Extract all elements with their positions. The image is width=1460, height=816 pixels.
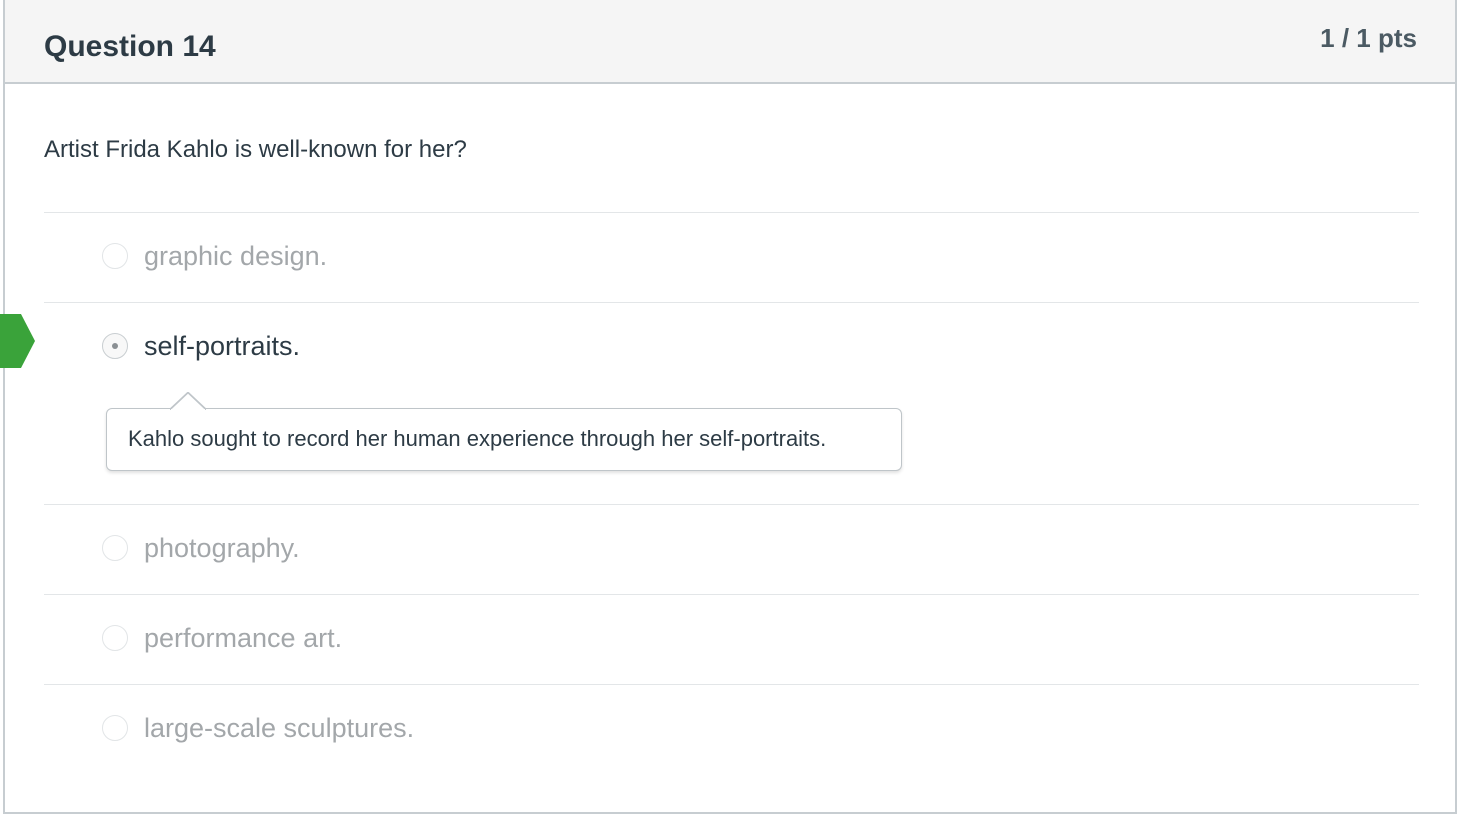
answer-feedback-box: Kahlo sought to record her human experie…: [106, 408, 902, 471]
answer-label: large-scale sculptures.: [144, 713, 415, 743]
radio-button[interactable]: [102, 715, 128, 741]
radio-button[interactable]: [102, 243, 128, 269]
answer-divider: [44, 504, 1419, 505]
correct-answer-arrow-icon: [0, 314, 35, 368]
answer-label: performance art.: [144, 623, 343, 653]
answer-option-self-portraits[interactable]: self-portraits.: [102, 327, 1002, 367]
answer-divider: [44, 684, 1419, 685]
answer-divider: [44, 302, 1419, 303]
answer-divider: [44, 212, 1419, 213]
question-header: Question 14 1 / 1 pts: [5, 0, 1455, 84]
question-card: Question 14 1 / 1 pts Artist Frida Kahlo…: [3, 0, 1457, 814]
answer-option-performance-art[interactable]: performance art.: [102, 619, 1002, 659]
answer-label: self-portraits.: [144, 331, 301, 361]
radio-button[interactable]: [102, 535, 128, 561]
radio-button[interactable]: [102, 625, 128, 651]
answer-divider: [44, 594, 1419, 595]
question-points: 1 / 1 pts: [1320, 23, 1417, 53]
question-text: Artist Frida Kahlo is well-known for her…: [44, 136, 467, 163]
answer-label: photography.: [144, 533, 300, 563]
question-title: Question 14: [44, 30, 216, 63]
radio-selected-dot: [112, 343, 118, 349]
answer-option-graphic-design[interactable]: graphic design.: [102, 237, 1002, 277]
answer-option-photography[interactable]: photography.: [102, 529, 1002, 569]
radio-button-selected[interactable]: [102, 333, 128, 359]
feedback-text: Kahlo sought to record her human experie…: [128, 426, 827, 451]
answer-label: graphic design.: [144, 241, 328, 271]
answer-option-large-scale-sculptures[interactable]: large-scale sculptures.: [102, 709, 1002, 749]
